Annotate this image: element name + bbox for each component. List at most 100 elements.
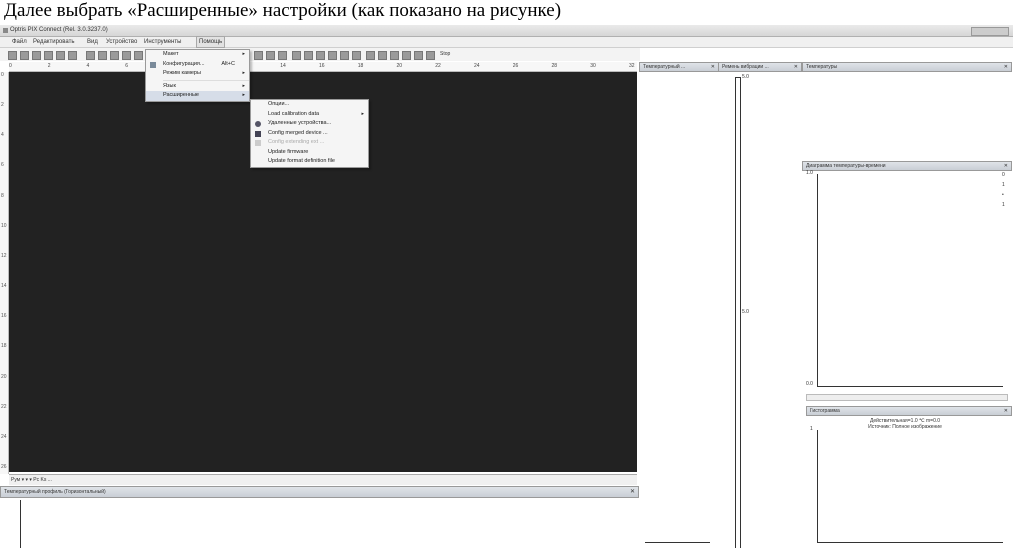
merged-device-icon (255, 130, 261, 137)
advanced-load-calibration[interactable]: Load calibration data ▸ (251, 110, 368, 120)
tool-snapshot-icon[interactable] (98, 51, 107, 60)
tool-point-icon[interactable] (292, 51, 301, 60)
submenu-arrow-icon: ▸ (361, 110, 364, 117)
ruler-tick-label: 14 (280, 63, 286, 69)
vruler-tick-label: 12 (1, 252, 7, 259)
vruler-tick-label: 18 (1, 343, 7, 350)
tool-print-icon[interactable] (44, 51, 53, 60)
advanced-remote-devices[interactable]: Удаленные устройства... (251, 119, 368, 129)
tool-new-icon[interactable] (8, 51, 17, 60)
temp-time-y-bottom: 0.0 (806, 381, 813, 387)
vruler-tick-label: 4 (1, 132, 4, 139)
ruler-tick-label: 22 (435, 63, 441, 69)
window-title: Optris PIX Connect (Rel. 3.0.3237.0) (10, 27, 108, 33)
histogram-line-2: Источник: Полное изображение (868, 424, 942, 430)
tools-menu-advanced[interactable]: Расширенные ▸ (146, 91, 249, 101)
menubar: Файл Редактировать Вид Устройство Инстру… (0, 36, 1013, 48)
vruler-tick-label: 16 (1, 313, 7, 320)
tool-open-icon[interactable] (20, 51, 29, 60)
temp-time-side-label: 1 (1002, 202, 1005, 208)
window-controls[interactable] (971, 27, 1009, 36)
ruler-tick-label: 30 (590, 63, 596, 69)
temp-time-scrollbar[interactable] (806, 394, 1008, 401)
temp-scale-top-value: 5.0 (742, 74, 749, 80)
temp-scale-panel-title: Температурный ... (643, 64, 686, 70)
tool-cut-icon[interactable] (56, 51, 65, 60)
vruler-tick-label: 10 (1, 222, 7, 229)
tools-menu-layout[interactable]: Макет ▸ (146, 50, 249, 60)
config-shortcut: Alt+C (221, 60, 235, 67)
menu-help[interactable]: Помощь (196, 36, 226, 48)
toolbar: Stop (0, 48, 640, 61)
tool-profile-icon[interactable] (340, 51, 349, 60)
ruler-tick-label: 6 (125, 63, 129, 69)
horizontal-ruler: 02468101214161820222426283032 (9, 62, 637, 72)
vertical-ruler: 0 2 4 6 8 10 12 14 16 18 20 22 24 26 (0, 72, 9, 474)
temperatures-panel-title: Температуры (806, 64, 838, 70)
tool-record-icon[interactable] (402, 51, 411, 60)
vruler-tick-label: 22 (1, 403, 7, 410)
image-statusbar: Рум ▾ ▾ ▾ Рс Ks ... (9, 474, 637, 485)
tools-menu-camera-mode[interactable]: Режим камеры ▸ (146, 69, 249, 79)
menu-view[interactable]: Вид (87, 37, 98, 47)
temp-time-y-top: 1.0 (806, 170, 813, 176)
tool-zoom-icon[interactable] (254, 51, 263, 60)
tool-camera-icon[interactable] (86, 51, 95, 60)
tool-rect-icon[interactable] (278, 51, 287, 60)
tool-layout-icon[interactable] (122, 51, 131, 60)
statusbar-controls[interactable]: Рум ▾ ▾ ▾ Рс Ks ... (11, 475, 52, 485)
tool-area-icon[interactable] (304, 51, 313, 60)
advanced-config-merged[interactable]: Config merged device ... (251, 129, 368, 139)
menu-tools[interactable]: Инструменты (144, 37, 181, 47)
config-gear-icon (150, 61, 156, 68)
tool-hotspot-icon[interactable] (316, 51, 325, 60)
vruler-tick-label: 6 (1, 162, 4, 169)
tools-menu-config[interactable]: Конфигурация... Alt+C (146, 60, 249, 70)
submenu-arrow-icon: ▸ (242, 51, 245, 57)
temp-time-x-axis (817, 386, 1003, 387)
vruler-tick-label: 0 (1, 72, 4, 78)
tool-settings-icon[interactable] (390, 51, 399, 60)
remote-devices-icon (255, 121, 261, 127)
menu-file[interactable]: Файл (12, 37, 27, 47)
temp-scale-bar-left (735, 77, 736, 548)
advanced-update-format[interactable]: Update format definition file (251, 157, 368, 167)
profile-panel-close-icon[interactable]: ✕ (630, 487, 635, 497)
temp-scale-panel-close-icon[interactable]: ✕ (711, 63, 715, 71)
ruler-tick-label: 20 (396, 63, 403, 69)
tool-coldspot-icon[interactable] (328, 51, 337, 60)
advanced-update-firmware[interactable]: Update firmware (251, 148, 368, 158)
tool-grid-icon[interactable] (110, 51, 119, 60)
tool-pause-icon[interactable] (426, 51, 435, 60)
menu-separator (163, 79, 249, 81)
advanced-options[interactable]: Опции... (251, 100, 368, 110)
tool-histogram-icon[interactable] (352, 51, 361, 60)
temperatures-panel-close-icon[interactable]: ✕ (1004, 63, 1008, 71)
menu-device[interactable]: Устройство (106, 37, 137, 47)
tool-scale-icon[interactable] (378, 51, 387, 60)
temp-scale-bar-top (735, 77, 741, 78)
palette-panel-close-icon[interactable]: ✕ (794, 63, 798, 71)
extending-device-icon (255, 140, 261, 146)
temp-time-side-label: 1 (1002, 182, 1005, 188)
tool-save-icon[interactable] (32, 51, 41, 60)
histogram-panel-header: Гистограмма ✕ (806, 406, 1012, 416)
tools-menu-language[interactable]: Язык ▸ (146, 82, 249, 92)
temp-scale-bar-right (740, 77, 741, 548)
tool-stop-label[interactable]: Stop (440, 51, 450, 57)
tool-play-icon[interactable] (414, 51, 423, 60)
tool-copy-icon[interactable] (68, 51, 77, 60)
tool-line-icon[interactable] (266, 51, 275, 60)
vruler-tick-label: 8 (1, 192, 4, 199)
histogram-y-axis (817, 430, 818, 542)
tool-edit-icon[interactable] (134, 51, 143, 60)
histogram-x-axis (817, 542, 1003, 543)
vruler-tick-label: 14 (1, 283, 7, 290)
tool-palette-icon[interactable] (366, 51, 375, 60)
temp-time-panel-close-icon[interactable]: ✕ (1004, 162, 1008, 170)
advanced-submenu: Опции... Load calibration data ▸ Удаленны… (250, 99, 369, 168)
menu-edit[interactable]: Редактировать (33, 37, 74, 47)
temp-time-panel-title: Диаграмма температуры-времени (806, 163, 886, 169)
histogram-panel-close-icon[interactable]: ✕ (1004, 407, 1008, 415)
temp-scale-bottom-line (645, 542, 710, 543)
